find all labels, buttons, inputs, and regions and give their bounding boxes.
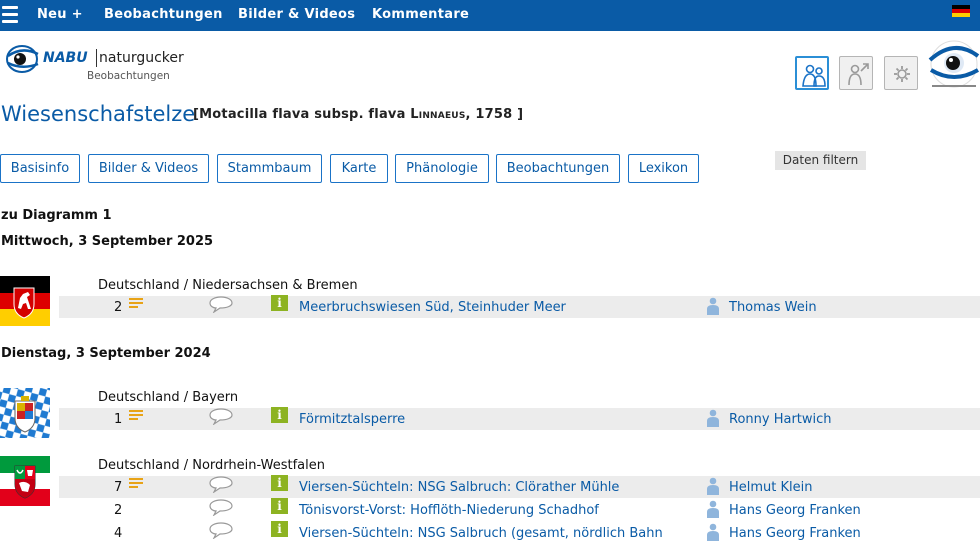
info-icon[interactable]: i bbox=[271, 407, 288, 423]
tab-stammbaum[interactable]: Stammbaum bbox=[217, 154, 322, 183]
comment-icon[interactable] bbox=[209, 295, 233, 313]
observation-location-link[interactable]: Förmitztalsperre bbox=[299, 412, 405, 427]
nav-comments[interactable]: Kommentare bbox=[372, 7, 469, 22]
top-nav-bar: Neu + Beobachtungen Bilder & Videos Komm… bbox=[0, 0, 980, 31]
date-heading: Mittwoch, 3 September 2025 bbox=[1, 234, 214, 249]
observation-row[interactable]: 7 i Viersen-Süchteln: NSG Salbruch: Clör… bbox=[59, 475, 980, 498]
observation-row[interactable]: 4 i Viersen-Süchteln: NSG Salbruch (gesa… bbox=[59, 521, 980, 544]
info-icon[interactable]: i bbox=[271, 521, 288, 537]
person-icon bbox=[707, 523, 719, 541]
comment-icon[interactable] bbox=[209, 521, 233, 539]
observation-location-link[interactable]: Meerbruchswiesen Süd, Steinhuder Meer bbox=[299, 300, 566, 315]
tab-phaenologie[interactable]: Phänologie bbox=[395, 154, 489, 183]
logo-naturgucker-text: naturgucker bbox=[99, 50, 184, 66]
hamburger-icon[interactable] bbox=[2, 6, 18, 24]
region-label: Deutschland / Bayern bbox=[98, 390, 239, 405]
tab-beobachtungen[interactable]: Beobachtungen bbox=[496, 154, 620, 183]
comment-icon[interactable] bbox=[209, 475, 233, 493]
person-icon bbox=[707, 477, 719, 495]
observer-link[interactable]: Ronny Hartwich bbox=[729, 412, 832, 427]
flag-nrw-icon bbox=[0, 456, 50, 506]
observation-location-link[interactable]: Viersen-Süchteln: NSG Salbruch: Clörathe… bbox=[299, 480, 619, 495]
region-label: Deutschland / Niedersachsen & Bremen bbox=[98, 278, 358, 293]
logo-nabu-text: NABU bbox=[43, 50, 88, 66]
comment-icon[interactable] bbox=[209, 498, 233, 516]
observation-count: 1 bbox=[114, 412, 123, 427]
observation-row[interactable]: 1 i Förmitztalsperre Ronny Hartwich bbox=[59, 407, 980, 430]
naturgucker-logo[interactable]: NABU naturgucker Beobachtungen bbox=[6, 44, 184, 86]
observation-count: 4 bbox=[114, 526, 123, 541]
person-icon bbox=[707, 409, 719, 427]
observation-location-link[interactable]: Viersen-Süchteln: NSG Salbruch (gesamt, … bbox=[299, 526, 663, 541]
info-icon[interactable]: i bbox=[271, 295, 288, 311]
details-list-icon[interactable] bbox=[129, 478, 143, 491]
tab-basisinfo[interactable]: Basisinfo bbox=[0, 154, 80, 183]
observer-link[interactable]: Helmut Klein bbox=[729, 480, 813, 495]
scientific-name-prefix: [Motacilla flava subsp. flava bbox=[193, 107, 411, 122]
community-icon bbox=[802, 64, 826, 87]
tab-karte[interactable]: Karte bbox=[330, 154, 388, 183]
observation-count: 2 bbox=[114, 300, 123, 315]
settings-button[interactable] bbox=[884, 56, 918, 90]
community-button[interactable] bbox=[795, 56, 829, 90]
nav-images-videos[interactable]: Bilder & Videos bbox=[238, 7, 355, 22]
naturgucker-eye-logo-icon[interactable] bbox=[928, 40, 980, 92]
logo-divider bbox=[96, 49, 97, 67]
observation-count: 2 bbox=[114, 503, 123, 518]
observer-link[interactable]: Hans Georg Franken bbox=[729, 503, 861, 518]
details-list-icon[interactable] bbox=[129, 298, 143, 311]
scientific-author: Linnaeus bbox=[410, 107, 466, 122]
nav-new[interactable]: Neu + bbox=[37, 7, 83, 22]
tab-lexikon[interactable]: Lexikon bbox=[628, 154, 699, 183]
observer-link[interactable]: Thomas Wein bbox=[729, 300, 817, 315]
diagram-link[interactable]: zu Diagramm 1 bbox=[1, 208, 112, 223]
nav-observations[interactable]: Beobachtungen bbox=[104, 7, 223, 22]
flag-bayern-icon bbox=[0, 388, 50, 438]
profile-button[interactable] bbox=[839, 56, 873, 90]
region-label: Deutschland / Nordrhein-Westfalen bbox=[98, 458, 325, 473]
filter-data-button[interactable]: Daten filtern bbox=[775, 151, 866, 170]
observation-row[interactable]: 2 i Tönisvorst-Vorst: Hofflöth-Niederung… bbox=[59, 498, 980, 521]
comment-icon[interactable] bbox=[209, 407, 233, 425]
info-icon[interactable]: i bbox=[271, 475, 288, 491]
eye-logo-icon bbox=[6, 45, 39, 73]
observation-row[interactable]: 2 i Meerbruchswiesen Süd, Steinhuder Mee… bbox=[59, 295, 980, 318]
settings-icon bbox=[894, 66, 910, 82]
logo-subtitle: Beobachtungen bbox=[87, 70, 170, 82]
observer-link[interactable]: Hans Georg Franken bbox=[729, 526, 861, 541]
details-list-icon[interactable] bbox=[129, 410, 143, 423]
person-icon bbox=[707, 500, 719, 518]
info-icon[interactable]: i bbox=[271, 498, 288, 514]
date-heading: Dienstag, 3 September 2024 bbox=[1, 346, 211, 361]
scientific-name: [Motacilla flava subsp. flava Linnaeus, … bbox=[193, 107, 523, 122]
observation-count: 7 bbox=[114, 480, 123, 495]
tab-images-videos[interactable]: Bilder & Videos bbox=[88, 154, 209, 183]
flag-niedersachsen-icon bbox=[0, 276, 50, 326]
species-name: Wiesenschafstelze bbox=[1, 102, 196, 126]
profile-icon bbox=[848, 63, 869, 86]
observation-location-link[interactable]: Tönisvorst-Vorst: Hofflöth-Niederung Sch… bbox=[299, 503, 599, 518]
person-icon bbox=[707, 297, 719, 315]
flag-germany-icon[interactable] bbox=[952, 5, 970, 17]
scientific-name-suffix: , 1758 ] bbox=[465, 107, 524, 122]
